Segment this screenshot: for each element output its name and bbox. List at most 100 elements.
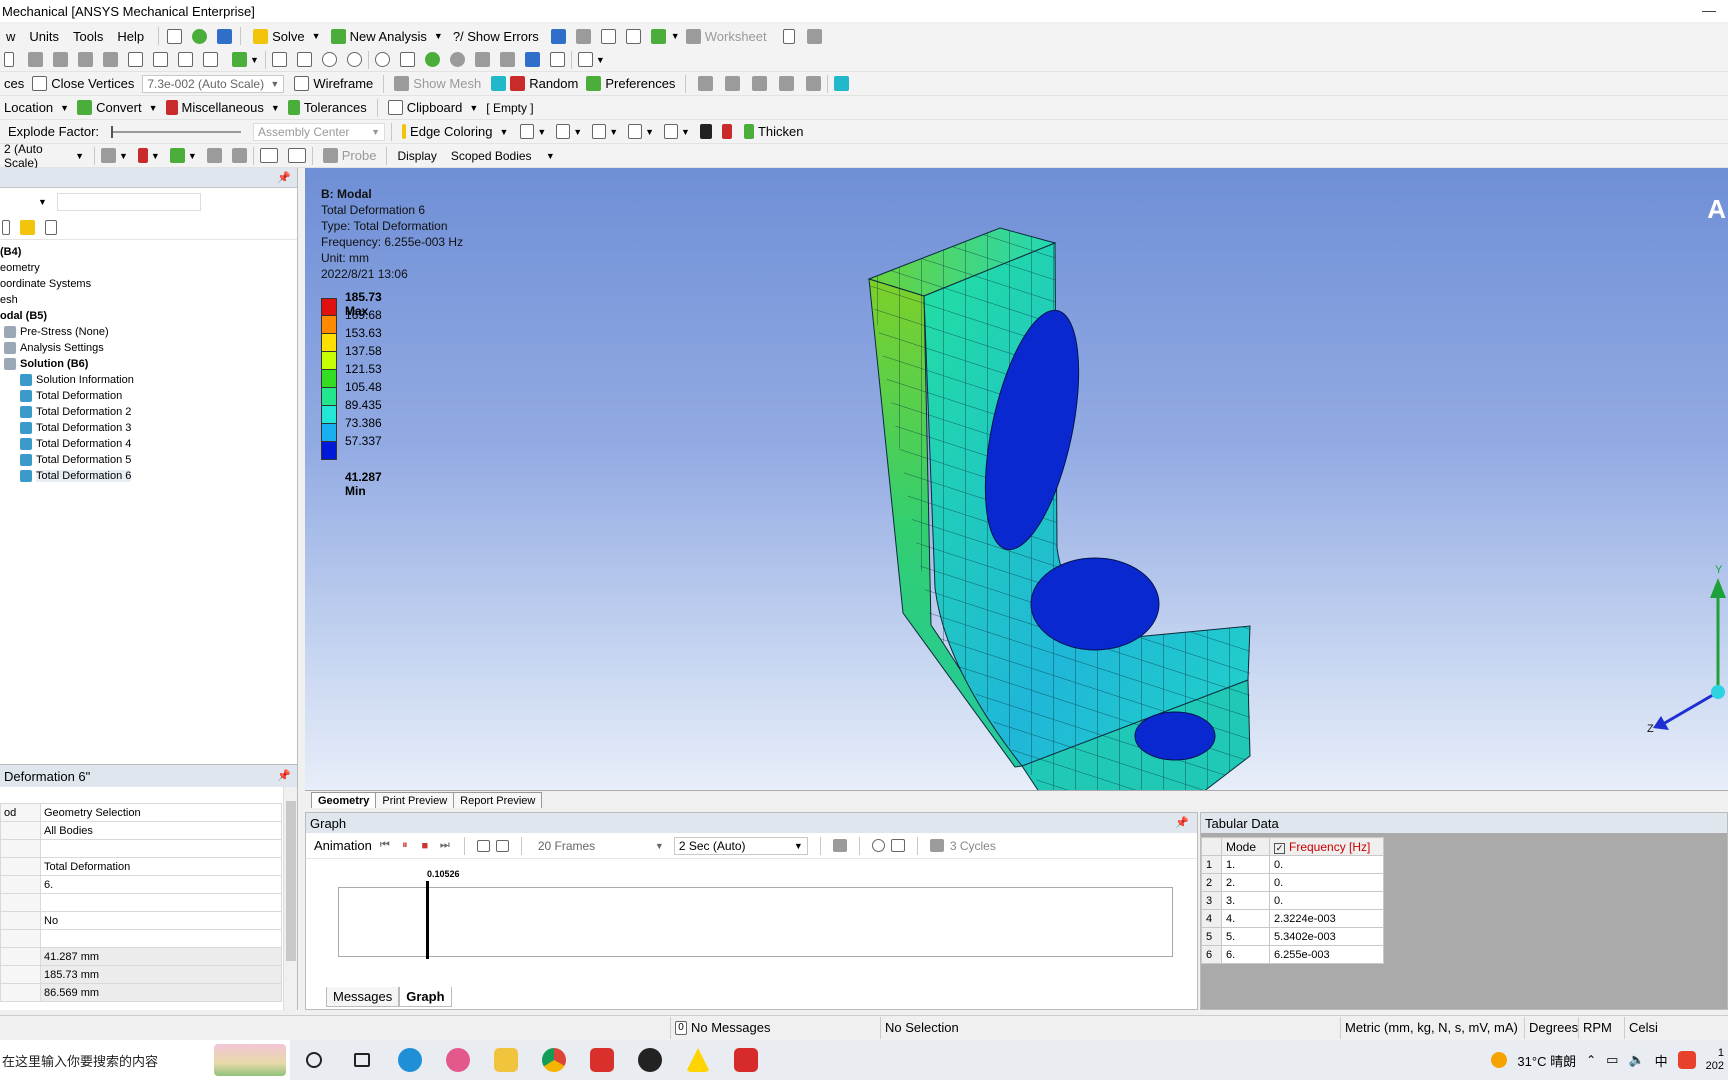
select-vertex-icon[interactable]: [28, 52, 43, 67]
pin-icon[interactable]: 📌: [277, 769, 291, 782]
details-row[interactable]: 6.: [0, 875, 282, 894]
spark-app-icon[interactable]: [441, 1043, 475, 1077]
table-row[interactable]: 4 4. 2.3224e-003: [1201, 909, 1384, 928]
table-row[interactable]: 6 6. 6.255e-003: [1201, 945, 1384, 964]
sogou-input-icon[interactable]: [1677, 1051, 1696, 1069]
iso-view-icon[interactable]: [474, 52, 490, 67]
menu-units[interactable]: Units: [23, 29, 65, 44]
tree-item[interactable]: Total Deformation 5: [0, 452, 297, 468]
previous-view-icon[interactable]: [424, 52, 440, 67]
chevron-down-icon[interactable]: ▼: [671, 31, 680, 41]
tab-graph[interactable]: Graph: [399, 987, 452, 1007]
graph-cursor[interactable]: [426, 881, 429, 959]
temperature-unit-status[interactable]: Celsi: [1624, 1016, 1668, 1039]
distributed-icon[interactable]: [476, 839, 490, 852]
model-icon[interactable]: [834, 76, 850, 91]
tree-item[interactable]: odal (B5): [0, 308, 297, 324]
weather-icon[interactable]: [1491, 1052, 1508, 1068]
thickness-icon[interactable]: [721, 124, 732, 139]
tab-report-preview[interactable]: Report Preview: [453, 792, 543, 808]
chevron-down-icon[interactable]: ▼: [119, 151, 128, 161]
details-value[interactable]: 86.569 mm: [40, 983, 282, 1002]
thicken-button[interactable]: Thicken: [740, 124, 808, 139]
tree-item[interactable]: oordinate Systems: [0, 276, 297, 292]
text-icon[interactable]: [625, 28, 641, 44]
details-row[interactable]: Total Deformation: [0, 857, 282, 876]
sort-icon[interactable]: [45, 220, 57, 235]
messages-status[interactable]: 0 No Messages: [670, 1016, 880, 1039]
minimize-button[interactable]: —: [1702, 2, 1716, 18]
angle-unit-status[interactable]: Degrees: [1524, 1016, 1578, 1039]
mode-header[interactable]: Mode: [1221, 837, 1270, 856]
details-row[interactable]: [0, 893, 282, 912]
tree-item[interactable]: Total Deformation 3: [0, 420, 297, 436]
chevron-down-icon[interactable]: ▼: [151, 151, 160, 161]
scripting-icon[interactable]: [217, 28, 233, 44]
export-video-icon[interactable]: [832, 839, 847, 852]
taskbar-search[interactable]: 在这里输入你要搜索的内容: [0, 1040, 290, 1080]
next-frame-icon[interactable]: ⏭: [438, 839, 452, 853]
tolerances-button[interactable]: Tolerances: [284, 100, 371, 115]
tag-icon[interactable]: [806, 28, 822, 44]
edge-coloring-button[interactable]: Edge Coloring ▼: [398, 124, 512, 139]
tab-messages[interactable]: Messages: [326, 987, 400, 1007]
tree-item[interactable]: (B4): [0, 244, 297, 260]
chevron-down-icon[interactable]: ▼: [645, 127, 654, 137]
task-view-icon[interactable]: [345, 1043, 379, 1077]
stop-icon[interactable]: ■: [418, 839, 432, 853]
volume-icon[interactable]: 🔈: [1628, 1052, 1644, 1068]
chevron-down-icon[interactable]: ▼: [609, 127, 618, 137]
chevron-down-icon[interactable]: ▼: [681, 127, 690, 137]
pin-tool-icon[interactable]: [699, 124, 712, 139]
tree-item[interactable]: Solution (B6): [0, 356, 297, 372]
cycles-icon[interactable]: [929, 839, 944, 852]
chevron-down-icon[interactable]: ▼: [38, 197, 47, 207]
chevron-down-icon[interactable]: ▼: [434, 31, 443, 41]
details-value[interactable]: 185.73 mm: [40, 965, 282, 984]
check-icon[interactable]: [192, 28, 208, 44]
command-icon[interactable]: [167, 28, 183, 44]
chart-icon[interactable]: [575, 28, 591, 44]
zoom-to-fit-icon[interactable]: [374, 52, 390, 67]
table-icon[interactable]: [550, 28, 566, 44]
new-analysis-button[interactable]: New Analysis ▼: [327, 28, 447, 44]
mechanical-app-icon[interactable]: [729, 1043, 763, 1077]
details-value[interactable]: Geometry Selection: [40, 803, 282, 822]
tab-geometry[interactable]: Geometry: [311, 792, 377, 808]
max-label-icon[interactable]: [259, 148, 278, 163]
axis-y-icon[interactable]: [725, 76, 741, 91]
details-scrollbar[interactable]: [283, 787, 297, 1011]
weather-text[interactable]: 31°C 晴朗: [1517, 1051, 1576, 1070]
tab-print-preview[interactable]: Print Preview: [375, 792, 455, 808]
select-element-icon[interactable]: [153, 52, 168, 67]
pin-icon[interactable]: 📌: [277, 171, 291, 184]
result-sets-icon[interactable]: [495, 839, 509, 852]
tree-item[interactable]: Total Deformation: [0, 388, 297, 404]
extend-icon[interactable]: [203, 52, 218, 67]
frequency-header[interactable]: ✓ Frequency [Hz]: [1269, 837, 1384, 856]
menu-help[interactable]: Help: [111, 29, 150, 44]
assembly-center-combo[interactable]: Assembly Center ▼: [253, 122, 386, 141]
frames-combo[interactable]: 20 Frames ▼: [534, 837, 668, 855]
solve-button[interactable]: Solve ▼: [249, 28, 324, 44]
table-row[interactable]: 2 2. 0.: [1201, 873, 1384, 892]
location-button[interactable]: Location ▼: [0, 100, 73, 115]
chevron-down-icon[interactable]: ▼: [250, 55, 259, 65]
select-face-icon[interactable]: [78, 52, 93, 67]
tree-item[interactable]: Total Deformation 2: [0, 404, 297, 420]
vertex-scale-combo[interactable]: 7.3e-002 (Auto Scale) ▼: [142, 74, 285, 93]
details-value[interactable]: [40, 929, 282, 948]
print-icon[interactable]: [549, 52, 565, 67]
clock[interactable]: 1 202: [1706, 1047, 1724, 1073]
axis-x-icon[interactable]: [698, 76, 714, 91]
frequency-checkbox[interactable]: ✓: [1274, 842, 1285, 854]
rewind-icon[interactable]: ⏮: [378, 839, 392, 853]
edge-browser-icon[interactable]: [393, 1043, 427, 1077]
table-row[interactable]: 5 5. 5.3402e-003: [1201, 927, 1384, 946]
select-mode-icon[interactable]: [232, 52, 247, 67]
clipboard-button[interactable]: Clipboard ▼: [384, 100, 483, 115]
box-zoom-icon[interactable]: [346, 52, 362, 67]
tree-item[interactable]: eometry: [0, 260, 297, 276]
select-element-face-icon[interactable]: [178, 52, 193, 67]
edge-style-3-icon[interactable]: [592, 124, 607, 139]
